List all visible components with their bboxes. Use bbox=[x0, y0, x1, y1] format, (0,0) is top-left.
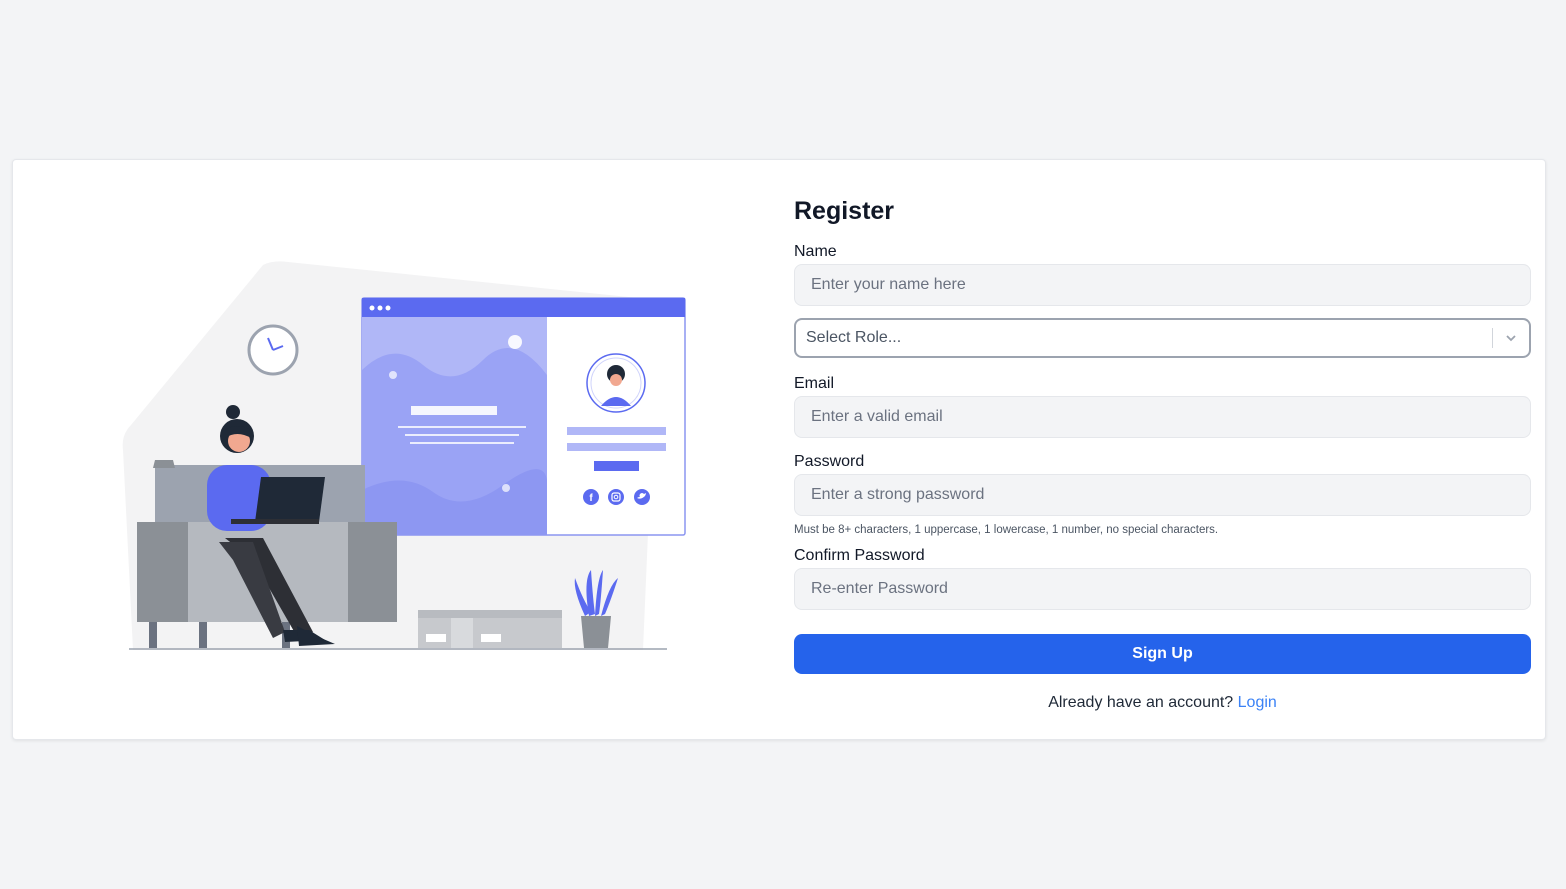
email-label: Email bbox=[794, 375, 835, 392]
twitter-icon bbox=[634, 489, 650, 505]
email-input[interactable] bbox=[794, 396, 1531, 438]
password-input[interactable] bbox=[794, 474, 1531, 516]
chevron-down-icon[interactable] bbox=[1493, 320, 1529, 356]
login-prompt-text: Already have an account? bbox=[1048, 694, 1234, 711]
register-illustration: f bbox=[122, 261, 686, 650]
sign-up-button[interactable]: Sign Up bbox=[794, 634, 1531, 674]
register-form: Register Name Select Role... Email Passw… bbox=[794, 190, 1531, 712]
name-input[interactable] bbox=[794, 264, 1531, 306]
role-select-value: Select Role... bbox=[806, 329, 902, 346]
clock-icon bbox=[247, 324, 299, 376]
boxes-graphic bbox=[418, 610, 562, 648]
instagram-icon bbox=[608, 489, 624, 505]
login-link[interactable]: Login bbox=[1238, 694, 1277, 711]
name-label: Name bbox=[794, 243, 837, 260]
browser-window-graphic: f bbox=[361, 297, 686, 536]
facebook-icon: f bbox=[583, 489, 599, 505]
role-select[interactable]: Select Role... bbox=[794, 318, 1531, 358]
page-title: Register bbox=[794, 197, 895, 225]
confirm-password-input[interactable] bbox=[794, 568, 1531, 610]
password-hint: Must be 8+ characters, 1 uppercase, 1 lo… bbox=[794, 524, 1219, 536]
password-label: Password bbox=[794, 453, 865, 470]
confirm-password-label: Confirm Password bbox=[794, 547, 925, 564]
register-card: f Register Name Enter your name here Sel… bbox=[12, 159, 1546, 740]
login-prompt: Already have an account? Login bbox=[794, 694, 1531, 712]
